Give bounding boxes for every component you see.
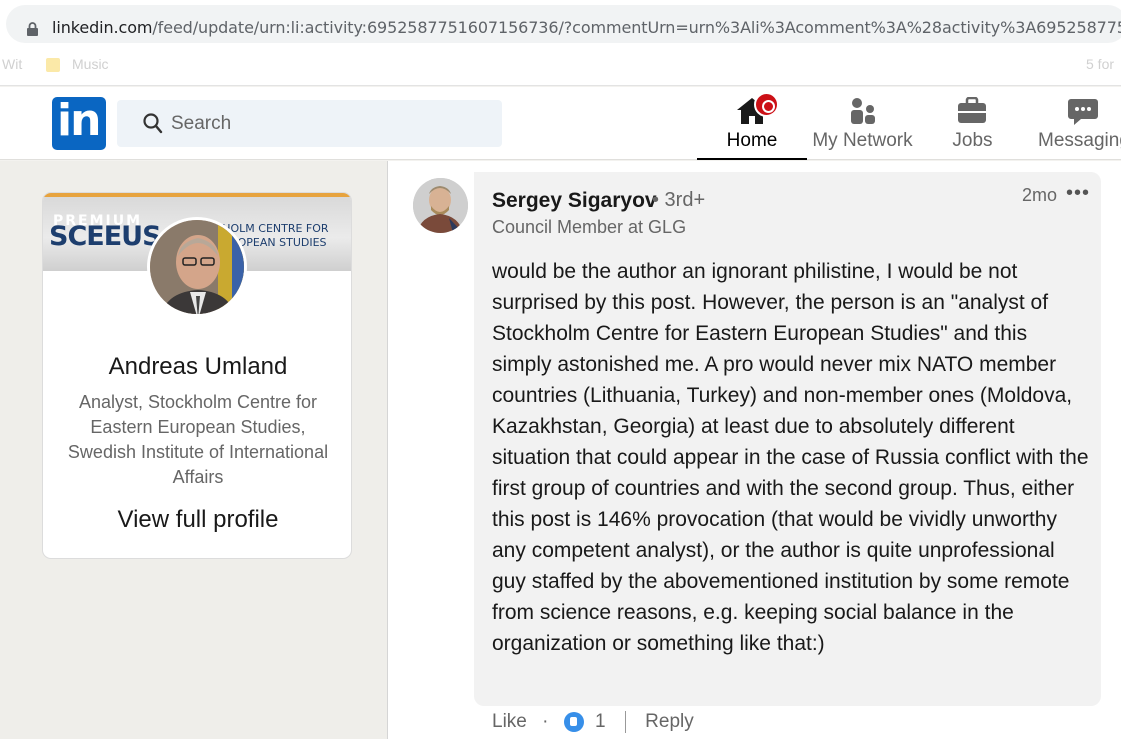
url-text: linkedin.com/feed/update/urn:li:activity…: [52, 18, 1121, 37]
network-icon: [851, 98, 875, 124]
notification-badge: [754, 92, 779, 117]
url-field[interactable]: linkedin.com/feed/update/urn:li:activity…: [6, 5, 1121, 43]
main-content: Sergey Sigaryov • 3rd+ Council Member at…: [388, 161, 1121, 739]
commenter-avatar[interactable]: [413, 178, 468, 233]
like-count[interactable]: 1: [595, 711, 606, 733]
commenter-title: Council Member at GLG: [492, 217, 687, 237]
comment-actions: Like · 1 Reply: [492, 711, 694, 737]
linkedin-logo[interactable]: in: [52, 95, 106, 150]
nav-jobs-label: Jobs: [952, 130, 993, 151]
linkedin-header: in Home My Network Jobs: [0, 87, 1121, 160]
comment-text: would be the author an ignorant philisti…: [492, 260, 1089, 655]
nav-home-label: Home: [726, 130, 778, 151]
nav-messaging-label: Messaging: [1038, 130, 1121, 151]
messaging-icon: [1068, 99, 1098, 125]
nav-jobs[interactable]: Jobs: [930, 87, 1015, 160]
profile-card: PREMIUM SCEEUS KHOLM CENTRE FOR EUROPEAN…: [42, 192, 352, 559]
bookmark-item[interactable]: Wit: [2, 56, 22, 72]
commenter-photo: [413, 178, 468, 233]
profile-name[interactable]: Andreas Umland: [43, 353, 351, 381]
briefcase-icon: [958, 97, 986, 123]
nav-home[interactable]: Home: [697, 87, 807, 160]
action-divider: [624, 711, 626, 733]
comment-bubble: Sergey Sigaryov • 3rd+ Council Member at…: [474, 172, 1101, 706]
bookmark-folder-icon: [46, 58, 60, 72]
like-button[interactable]: Like: [492, 711, 527, 733]
url-path: /feed/update/urn:li:activity:69525877516…: [152, 18, 1121, 37]
nav-messaging[interactable]: Messaging: [1030, 87, 1121, 160]
browser-address-bar: linkedin.com/feed/update/urn:li:activity…: [0, 0, 1121, 50]
search-bar[interactable]: [117, 100, 502, 147]
left-sidebar: PREMIUM SCEEUS KHOLM CENTRE FOR EUROPEAN…: [0, 161, 387, 739]
separator-dot: ·: [542, 711, 549, 732]
lock-icon: [27, 22, 38, 36]
avatar-photo: [150, 220, 244, 314]
profile-avatar[interactable]: [147, 217, 247, 317]
nav-my-network-label: My Network: [812, 130, 913, 151]
banner-logo: SCEEUS: [49, 221, 162, 252]
profile-headline: Analyst, Stockholm Centre for Eastern Eu…: [67, 392, 329, 487]
nav-my-network[interactable]: My Network: [810, 87, 915, 160]
search-icon: [143, 113, 163, 134]
url-domain: linkedin.com: [52, 18, 153, 37]
commenter-name[interactable]: Sergey Sigaryov: [492, 189, 657, 213]
logo-text: in: [57, 95, 101, 146]
connection-degree: • 3rd+: [652, 189, 706, 211]
more-options-icon[interactable]: •••: [1066, 182, 1090, 205]
reply-button[interactable]: Reply: [645, 711, 694, 733]
bookmark-item[interactable]: Music: [72, 56, 109, 72]
search-input[interactable]: [171, 110, 471, 138]
comment-timestamp: 2mo: [1022, 185, 1058, 205]
like-reaction-icon[interactable]: [563, 712, 584, 732]
view-full-profile-link[interactable]: View full profile: [43, 506, 351, 534]
bookmark-item[interactable]: 5 for: [1086, 56, 1114, 72]
bookmarks-bar: Wit Music 5 for: [0, 50, 1121, 86]
